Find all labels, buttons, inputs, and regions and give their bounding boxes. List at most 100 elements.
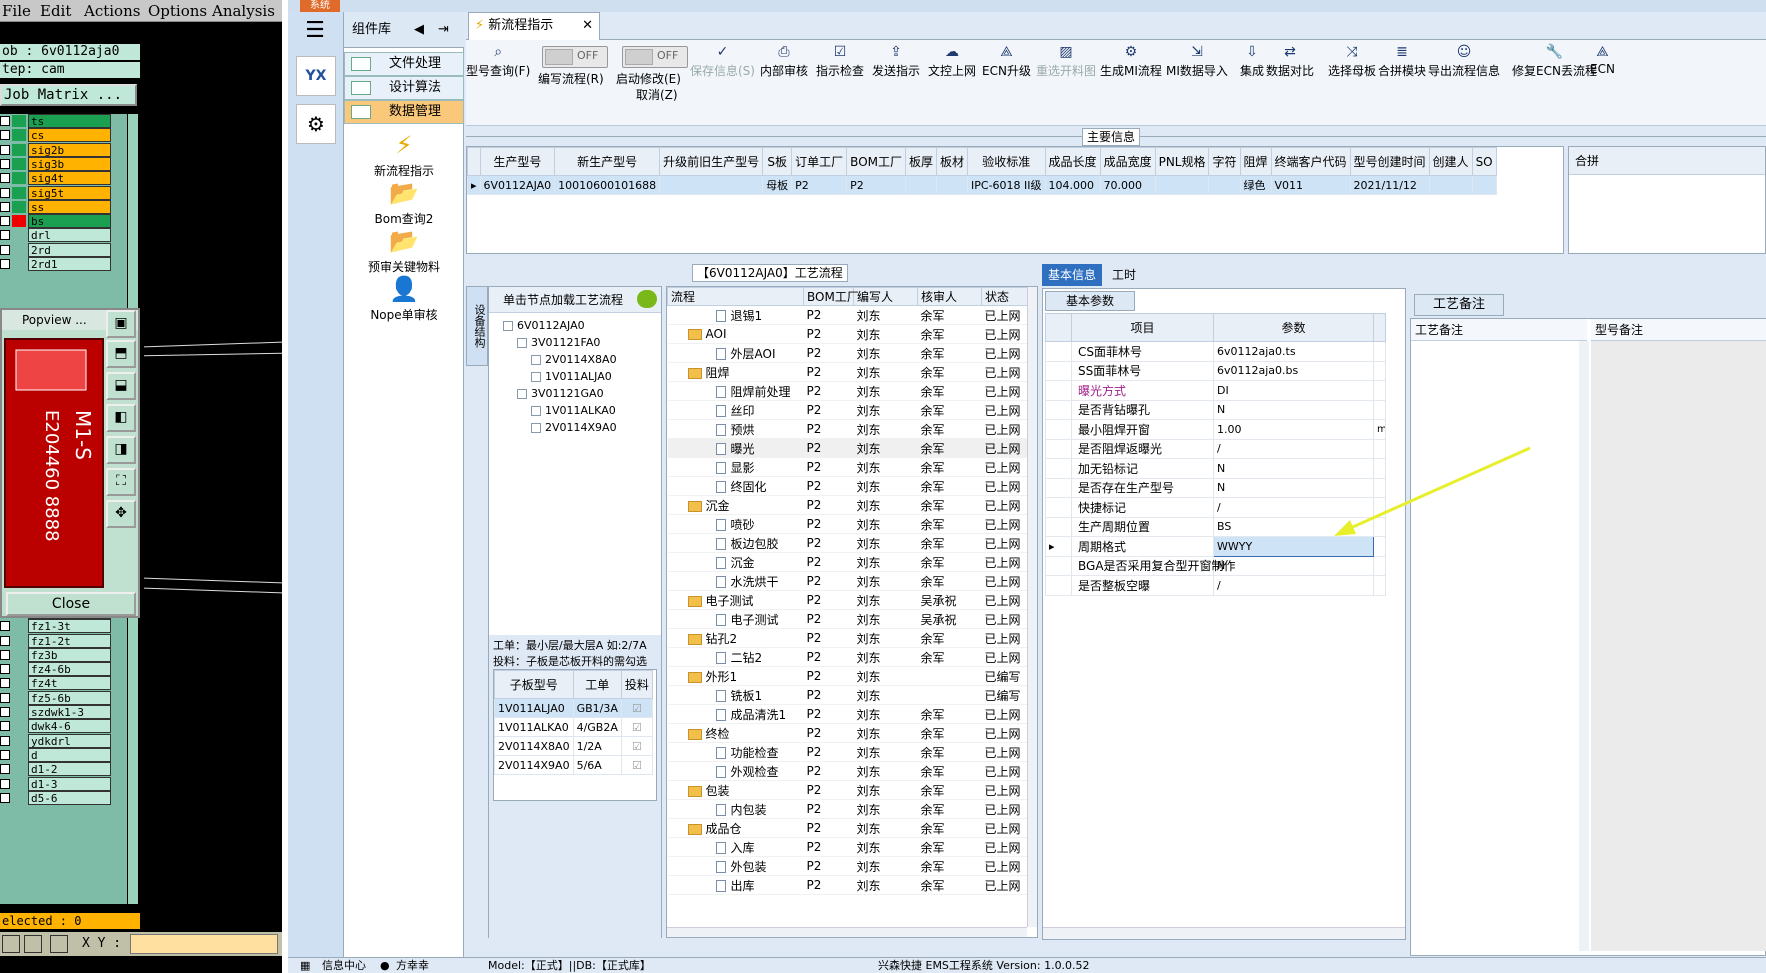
layer-color-swatch xyxy=(12,229,26,242)
tool-a-icon[interactable] xyxy=(2,935,20,953)
job-matrix-button[interactable]: Job Matrix ... xyxy=(0,84,137,106)
layer-color-swatch xyxy=(12,157,26,170)
layer-checkbox[interactable] xyxy=(0,792,10,803)
layer-checkbox[interactable] xyxy=(0,692,10,703)
tool-b-icon[interactable] xyxy=(24,935,42,953)
layer-row[interactable]: sig3b xyxy=(0,156,127,171)
layer-name: fz1-2t xyxy=(28,633,111,648)
layer-name: d xyxy=(28,747,111,762)
layer-row[interactable]: sig4t xyxy=(0,171,127,186)
layer-name: sig5t xyxy=(28,185,111,200)
layer-checkbox[interactable] xyxy=(0,216,10,227)
cad-window: File Edit Actions Options Analysis ob : … xyxy=(0,0,282,973)
layer-color-swatch xyxy=(12,172,26,185)
popview-tool-4-icon[interactable]: ◧ xyxy=(106,404,136,432)
layer-checkbox[interactable] xyxy=(0,649,10,660)
layer-checkbox[interactable] xyxy=(0,244,10,255)
cad-menubar: File Edit Actions Options Analysis xyxy=(0,0,282,22)
popview-tool-5-icon[interactable]: ◨ xyxy=(106,436,136,464)
popview-tool-3-icon[interactable]: ⬓ xyxy=(106,372,136,400)
version-label: 兴森快捷 EMS工程系统 Version: 1.0.0.52 xyxy=(878,959,1090,972)
layer-checkbox[interactable] xyxy=(0,664,10,675)
info-center-icon[interactable]: ▦ xyxy=(300,958,310,973)
layer-row[interactable]: sig5t xyxy=(0,185,127,200)
layer-row[interactable]: d xyxy=(0,747,127,762)
layer-checkbox[interactable] xyxy=(0,778,10,789)
layer-row[interactable]: fz4t xyxy=(0,676,127,691)
layer-checkbox[interactable] xyxy=(0,749,10,760)
job-label: ob : 6v0112aja0 xyxy=(0,44,140,60)
layer-checkbox[interactable] xyxy=(0,187,10,198)
layer-name: sig4t xyxy=(28,171,111,186)
layer-name: drl xyxy=(28,228,111,243)
layer-row[interactable]: d5-6 xyxy=(0,790,127,805)
layer-row[interactable]: dwk4-6 xyxy=(0,719,127,734)
layer-row[interactable]: fz1-2t xyxy=(0,633,127,648)
layer-color-swatch xyxy=(12,200,26,213)
menu-file[interactable]: File xyxy=(2,2,31,20)
xy-input[interactable] xyxy=(130,934,278,954)
layer-name: 2rd1 xyxy=(28,257,111,271)
layer-row[interactable]: cs xyxy=(0,128,127,143)
layer-row[interactable]: sig2b xyxy=(0,142,127,157)
layer-row[interactable]: szdwk1-3 xyxy=(0,705,127,719)
status-bar: ▦ 信息中心 ● 方幸幸 Model:【正式】||DB:【正式库】 兴森快捷 E… xyxy=(288,957,1766,973)
popview-window: Popview ... ✕ M1-S E204460 8888 ▣ ⬒ ⬓ ◧ … xyxy=(0,308,140,618)
info-center-label[interactable]: 信息中心 xyxy=(322,958,366,973)
layer-name: fz1-3t xyxy=(28,619,111,634)
layer-row[interactable]: ss xyxy=(0,199,127,214)
layer-row[interactable]: fz4-6b xyxy=(0,662,127,677)
layer-checkbox[interactable] xyxy=(0,764,10,775)
layer-color-swatch xyxy=(12,129,26,142)
menu-options[interactable]: Options xyxy=(148,2,207,20)
layer-checkbox[interactable] xyxy=(0,144,10,155)
layer-name: sig2b xyxy=(28,142,111,157)
menu-actions[interactable]: Actions xyxy=(84,2,140,20)
layer-name: d1-3 xyxy=(28,776,111,791)
layer-checkbox[interactable] xyxy=(0,707,10,717)
menu-edit[interactable]: Edit xyxy=(40,2,71,20)
svg-text:E204460 8888: E204460 8888 xyxy=(41,410,62,542)
layer-checkbox[interactable] xyxy=(0,635,10,646)
layer-color-swatch xyxy=(12,243,26,256)
popview-tool-7-icon[interactable]: ✥ xyxy=(106,500,136,528)
layer-checkbox[interactable] xyxy=(0,735,10,746)
layer-color-swatch xyxy=(12,115,26,127)
layer-name: fz4-6b xyxy=(28,662,111,677)
layer-row[interactable]: 2rd1 xyxy=(0,257,127,271)
layer-row[interactable]: drl xyxy=(0,228,127,243)
layer-row[interactable]: d1-2 xyxy=(0,762,127,777)
layer-checkbox[interactable] xyxy=(0,721,10,732)
layer-row[interactable]: fz5-6b xyxy=(0,690,127,705)
menu-analysis[interactable]: Analysis xyxy=(212,2,275,20)
popview-tool-6-icon[interactable]: ⛶ xyxy=(106,468,136,496)
layer-row[interactable]: 2rd xyxy=(0,242,127,257)
popview-preview: M1-S E204460 8888 xyxy=(4,338,104,588)
layer-checkbox[interactable] xyxy=(0,116,10,126)
layer-row[interactable]: fz1-3t xyxy=(0,619,127,634)
popview-tool-2-icon[interactable]: ⬒ xyxy=(106,340,136,368)
layer-name: cs xyxy=(28,128,111,143)
graphics-area[interactable] xyxy=(144,300,282,600)
popview-close-button[interactable]: Close xyxy=(6,592,136,616)
layer-name: fz4t xyxy=(28,676,111,691)
layer-checkbox[interactable] xyxy=(0,230,10,241)
layer-checkbox[interactable] xyxy=(0,173,10,184)
layer-checkbox[interactable] xyxy=(0,158,10,169)
layer-row[interactable]: d1-3 xyxy=(0,776,127,791)
layer-row[interactable]: fz3b xyxy=(0,647,127,662)
tool-c-icon[interactable] xyxy=(50,935,68,953)
layer-row[interactable]: ts xyxy=(0,114,127,128)
layer-checkbox[interactable] xyxy=(0,259,10,269)
layer-row[interactable]: ydkdrl xyxy=(0,733,127,748)
popview-tool-1-icon[interactable]: ▣ xyxy=(106,310,136,338)
layer-checkbox[interactable] xyxy=(0,201,10,212)
layer-checkbox[interactable] xyxy=(0,621,10,632)
layer-name: d5-6 xyxy=(28,790,111,805)
layer-checkbox[interactable] xyxy=(0,130,10,141)
layer-checkbox[interactable] xyxy=(0,678,10,689)
ems-app: 系统 ☰ YX ⚙ 组件库 ◀ ⇥ 文件处理 设计算法 数据管理 ⚡ 新流程指示 … xyxy=(288,0,1766,973)
layer-row[interactable]: bs xyxy=(0,214,127,229)
layer-name: d1-2 xyxy=(28,762,111,777)
layer-name: fz5-6b xyxy=(28,690,111,705)
